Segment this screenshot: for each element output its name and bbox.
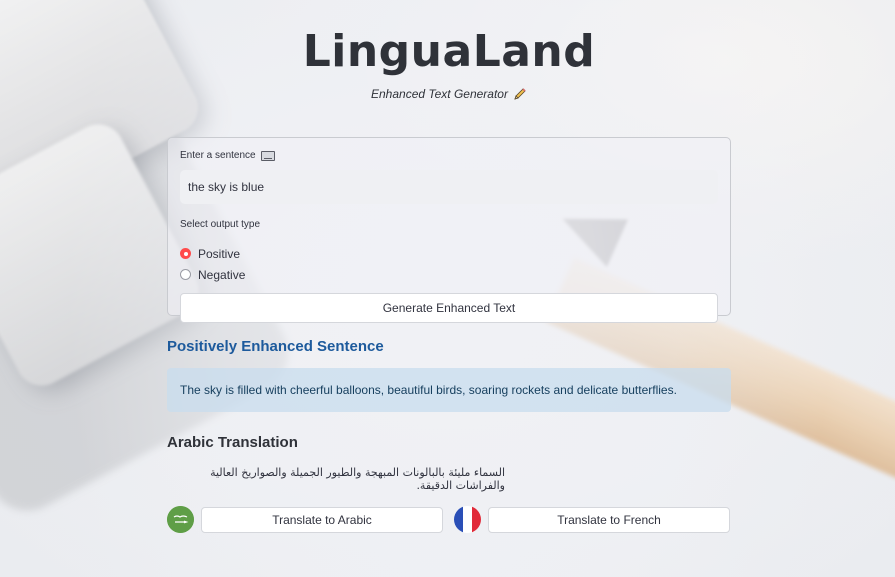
arabic-translation-text: السماء مليئة بالبالونات المبهجة والطيور … (210, 466, 505, 492)
translate-arabic-button[interactable]: Translate to Arabic (201, 506, 443, 533)
page-title: LinguaLand (302, 26, 596, 77)
translate-french-button[interactable]: Translate to French (488, 506, 730, 533)
app-container: LinguaLand Enhanced Text Generator Enter… (167, 0, 731, 533)
result-text: The sky is filled with cheerful balloons… (180, 383, 677, 397)
sentence-label: Enter a sentence (180, 150, 718, 161)
radio-label-negative: Negative (198, 267, 246, 282)
page-subtitle: Enhanced Text Generator (167, 87, 731, 101)
output-type-radio-group: Positive Negative (180, 243, 718, 285)
translate-buttons-row: Translate to Arabic Translate to French (167, 506, 731, 533)
pencil-icon (513, 87, 527, 101)
keyboard-icon (260, 150, 275, 161)
output-type-label: Select output type (180, 219, 261, 230)
france-flag-icon (454, 506, 481, 533)
radio-button-positive[interactable] (180, 248, 191, 259)
sentence-input[interactable]: the sky is blue (180, 170, 718, 204)
radio-button-negative[interactable] (180, 269, 191, 280)
radio-option-negative[interactable]: Negative (180, 264, 718, 285)
generate-button[interactable]: Generate Enhanced Text (180, 293, 718, 323)
arabic-heading: Arabic Translation (167, 434, 298, 451)
result-box: The sky is filled with cheerful balloons… (167, 368, 731, 412)
input-form: Enter a sentence the sky is blue Select … (167, 137, 731, 323)
saudi-flag-icon (167, 506, 194, 533)
sentence-label-text: Enter a sentence (180, 150, 256, 161)
result-heading: Positively Enhanced Sentence (167, 338, 384, 355)
radio-option-positive[interactable]: Positive (180, 243, 718, 264)
subtitle-text: Enhanced Text Generator (371, 87, 508, 101)
radio-label-positive: Positive (198, 246, 241, 261)
